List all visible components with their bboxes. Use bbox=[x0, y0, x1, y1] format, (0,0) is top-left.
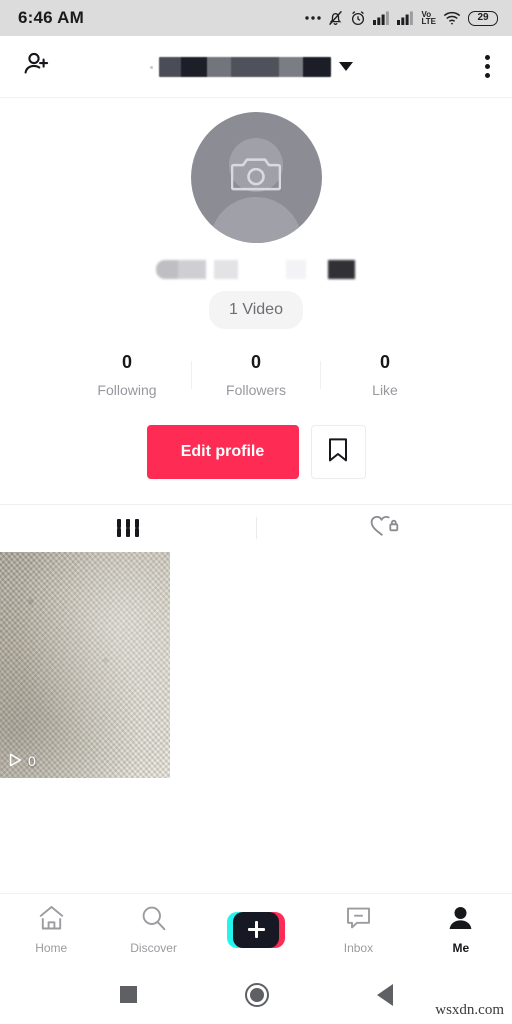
volte-bottom-text: LTE bbox=[421, 17, 436, 26]
camera-icon bbox=[230, 152, 282, 199]
video-thumbnail[interactable]: 0 bbox=[0, 551, 170, 778]
handle-redacted-block bbox=[156, 259, 356, 279]
watermark: wsxdn.com bbox=[435, 1002, 504, 1018]
video-count-badge: 1 Video bbox=[209, 291, 303, 329]
play-count: 0 bbox=[9, 753, 36, 770]
bottom-nav: Home Discover Inbox Me bbox=[0, 893, 512, 965]
nav-item-inbox[interactable]: Inbox bbox=[307, 894, 409, 965]
create-core bbox=[233, 911, 280, 948]
stat-followers-label: Followers bbox=[226, 381, 286, 398]
username-dropdown[interactable] bbox=[0, 56, 512, 77]
search-icon bbox=[140, 905, 167, 936]
nav-label-me: Me bbox=[452, 940, 470, 955]
nav-item-create[interactable] bbox=[205, 894, 307, 965]
stat-likes[interactable]: 0 Like bbox=[321, 352, 449, 398]
alarm-icon bbox=[350, 10, 366, 26]
edit-profile-button[interactable]: Edit profile bbox=[146, 424, 299, 479]
avatar-silhouette-body bbox=[210, 197, 302, 243]
status-bar: 6:46 AM Vo LTE 29 bbox=[0, 0, 512, 36]
circle-home-icon[interactable] bbox=[244, 982, 269, 1007]
volte-icon: Vo LTE bbox=[421, 11, 436, 26]
status-time: 6:46 AM bbox=[18, 8, 84, 27]
tab-posts[interactable] bbox=[0, 505, 256, 552]
bookmark-icon bbox=[327, 437, 349, 466]
battery-icon: 29 bbox=[468, 10, 498, 26]
nav-item-me[interactable]: Me bbox=[410, 894, 512, 965]
tiny-artifact-dot bbox=[150, 66, 153, 69]
chevron-down-icon[interactable] bbox=[339, 62, 353, 71]
tab-liked[interactable] bbox=[257, 505, 512, 552]
username-redacted-block bbox=[159, 56, 331, 77]
video-grid: 0 bbox=[0, 551, 512, 778]
nav-label-discover: Discover bbox=[130, 940, 177, 955]
play-icon bbox=[9, 753, 22, 770]
app-bar bbox=[0, 36, 512, 98]
square-recents-icon[interactable] bbox=[119, 986, 137, 1003]
home-icon bbox=[38, 905, 65, 936]
notifications-muted-icon bbox=[328, 10, 343, 26]
stat-following-label: Following bbox=[97, 381, 157, 398]
nav-item-home[interactable]: Home bbox=[0, 894, 102, 965]
person-icon bbox=[447, 905, 474, 936]
profile-stats: 0 Following 0 Followers 0 Like bbox=[0, 352, 512, 398]
stat-following-value: 0 bbox=[121, 352, 132, 372]
stat-likes-label: Like bbox=[372, 381, 398, 398]
profile-actions: Edit profile bbox=[0, 424, 512, 479]
signal-2-icon bbox=[397, 11, 414, 25]
tiktok-profile-screen: 6:46 AM Vo LTE 29 1 Video 0 Following 0 … bbox=[0, 0, 512, 1024]
inbox-icon bbox=[345, 905, 372, 936]
profile-section: 1 Video 0 Following 0 Followers 0 Like E… bbox=[0, 98, 512, 479]
signal-1-icon bbox=[373, 11, 390, 25]
more-dots-icon bbox=[305, 15, 322, 21]
nav-label-home: Home bbox=[35, 940, 68, 955]
nav-item-discover[interactable]: Discover bbox=[102, 894, 204, 965]
avatar-wrap bbox=[0, 112, 512, 243]
grid-icon bbox=[116, 519, 139, 538]
create-plus-icon[interactable] bbox=[227, 911, 286, 948]
bookmark-button[interactable] bbox=[310, 424, 366, 479]
kebab-menu-icon[interactable] bbox=[485, 55, 490, 78]
stat-likes-value: 0 bbox=[379, 352, 390, 372]
status-icons: Vo LTE 29 bbox=[305, 10, 498, 26]
plus-vertical bbox=[254, 921, 258, 938]
nav-label-inbox: Inbox bbox=[343, 940, 374, 955]
stat-following[interactable]: 0 Following bbox=[63, 352, 191, 398]
profile-tabs bbox=[0, 503, 512, 552]
stat-followers-value: 0 bbox=[250, 352, 261, 372]
add-person-icon[interactable] bbox=[22, 49, 52, 84]
wifi-icon bbox=[443, 11, 461, 25]
stat-followers[interactable]: 0 Followers bbox=[192, 352, 320, 398]
android-system-nav: wsxdn.com bbox=[0, 965, 512, 1024]
play-count-value: 0 bbox=[28, 753, 36, 770]
heart-lock-icon bbox=[369, 513, 399, 544]
battery-level: 29 bbox=[477, 12, 489, 23]
avatar[interactable] bbox=[190, 112, 322, 243]
triangle-back-icon[interactable] bbox=[376, 983, 393, 1006]
